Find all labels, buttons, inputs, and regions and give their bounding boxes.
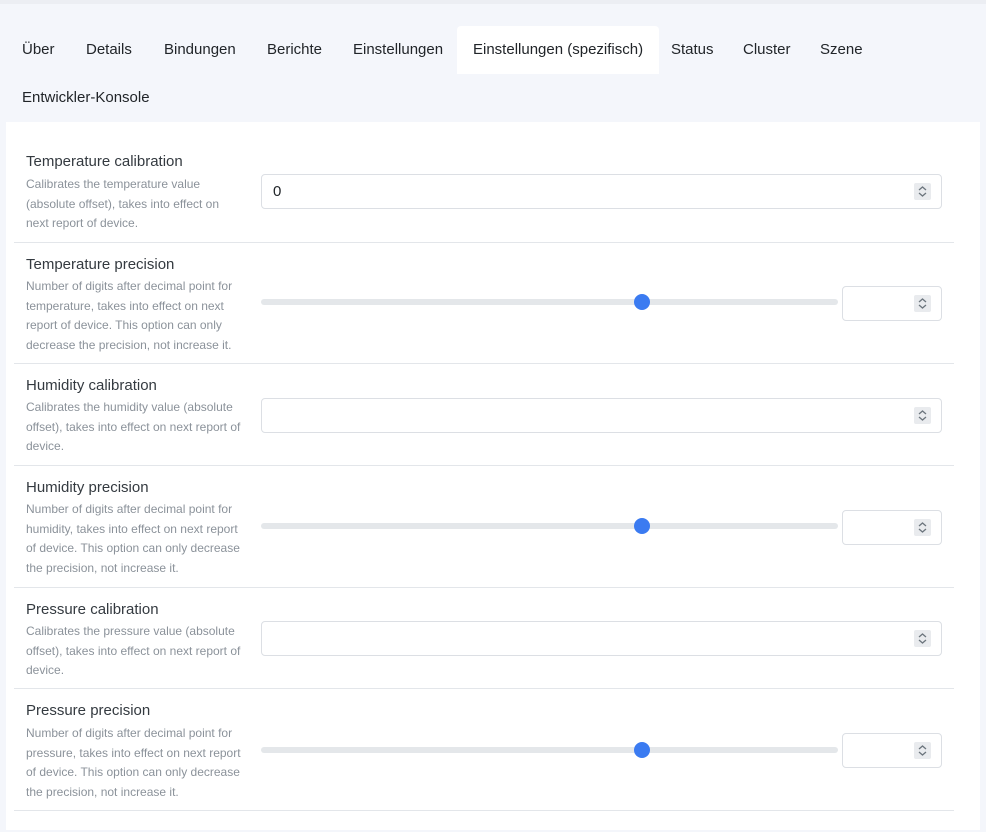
slider-thumb[interactable] bbox=[633, 518, 650, 534]
input-value: 0 bbox=[273, 183, 282, 200]
spinner-arrows-icon[interactable] bbox=[914, 742, 931, 759]
tab-berichte[interactable]: Berichte bbox=[267, 26, 322, 74]
setting-row-temperature-calibration: Temperature calibration Calibrates the t… bbox=[14, 141, 954, 243]
slider-thumb[interactable] bbox=[633, 742, 650, 758]
setting-description: Calibrates the pressure value (absolute … bbox=[26, 624, 241, 678]
spinner-arrows-icon[interactable] bbox=[914, 519, 931, 536]
pressure-calibration-input[interactable] bbox=[261, 621, 942, 656]
spinner-arrows-icon[interactable] bbox=[914, 407, 931, 424]
tab-einstellungen-spezifisch[interactable]: Einstellungen (spezifisch) bbox=[457, 26, 660, 74]
top-strip bbox=[0, 0, 986, 4]
setting-row-pressure-calibration: Pressure calibration Calibrates the pres… bbox=[14, 588, 954, 689]
setting-row-temperature-precision: Temperature precision Number of digits a… bbox=[14, 243, 954, 364]
temperature-precision-slider[interactable] bbox=[261, 294, 838, 310]
spinner-arrows-icon[interactable] bbox=[914, 295, 931, 312]
setting-label: Temperature calibration bbox=[26, 153, 183, 170]
tab-szene[interactable]: Szene bbox=[820, 26, 863, 74]
setting-label: Temperature precision bbox=[26, 256, 175, 273]
slider-thumb[interactable] bbox=[633, 294, 650, 310]
setting-label: Pressure precision bbox=[26, 702, 151, 719]
tab-cluster[interactable]: Cluster bbox=[743, 26, 791, 74]
setting-label: Humidity calibration bbox=[26, 377, 157, 394]
tab-bindungen[interactable]: Bindungen bbox=[164, 26, 236, 74]
tab-details[interactable]: Details bbox=[86, 26, 132, 74]
tab-uber[interactable]: Über bbox=[22, 26, 55, 74]
spinner-arrows-icon[interactable] bbox=[914, 630, 931, 647]
setting-description: Number of digits after decimal point for… bbox=[26, 502, 240, 575]
spinner-arrows-icon[interactable] bbox=[914, 183, 931, 200]
settings-card: Temperature calibration Calibrates the t… bbox=[6, 122, 980, 830]
setting-row-pressure-precision: Pressure precision Number of digits afte… bbox=[14, 689, 954, 811]
humidity-precision-slider[interactable] bbox=[261, 518, 838, 534]
tab-status[interactable]: Status bbox=[671, 26, 714, 74]
pressure-precision-slider[interactable] bbox=[261, 742, 838, 758]
setting-description: Number of digits after decimal point for… bbox=[26, 279, 233, 352]
setting-description: Calibrates the temperature value (absolu… bbox=[26, 177, 220, 231]
temperature-precision-input[interactable] bbox=[842, 286, 942, 321]
temperature-calibration-input[interactable]: 0 bbox=[261, 174, 942, 209]
tab-entwickler-konsole[interactable]: Entwickler-Konsole bbox=[22, 74, 150, 122]
pressure-precision-input[interactable] bbox=[842, 733, 942, 768]
setting-label: Humidity precision bbox=[26, 479, 149, 496]
setting-row-humidity-calibration: Humidity calibration Calibrates the humi… bbox=[14, 364, 954, 466]
tab-einstellungen[interactable]: Einstellungen bbox=[353, 26, 443, 74]
humidity-calibration-input[interactable] bbox=[261, 398, 942, 433]
setting-label: Pressure calibration bbox=[26, 601, 159, 618]
setting-description: Number of digits after decimal point for… bbox=[26, 726, 241, 799]
setting-row-humidity-precision: Humidity precision Number of digits afte… bbox=[14, 466, 954, 588]
humidity-precision-input[interactable] bbox=[842, 510, 942, 545]
setting-description: Calibrates the humidity value (absolute … bbox=[26, 400, 241, 454]
